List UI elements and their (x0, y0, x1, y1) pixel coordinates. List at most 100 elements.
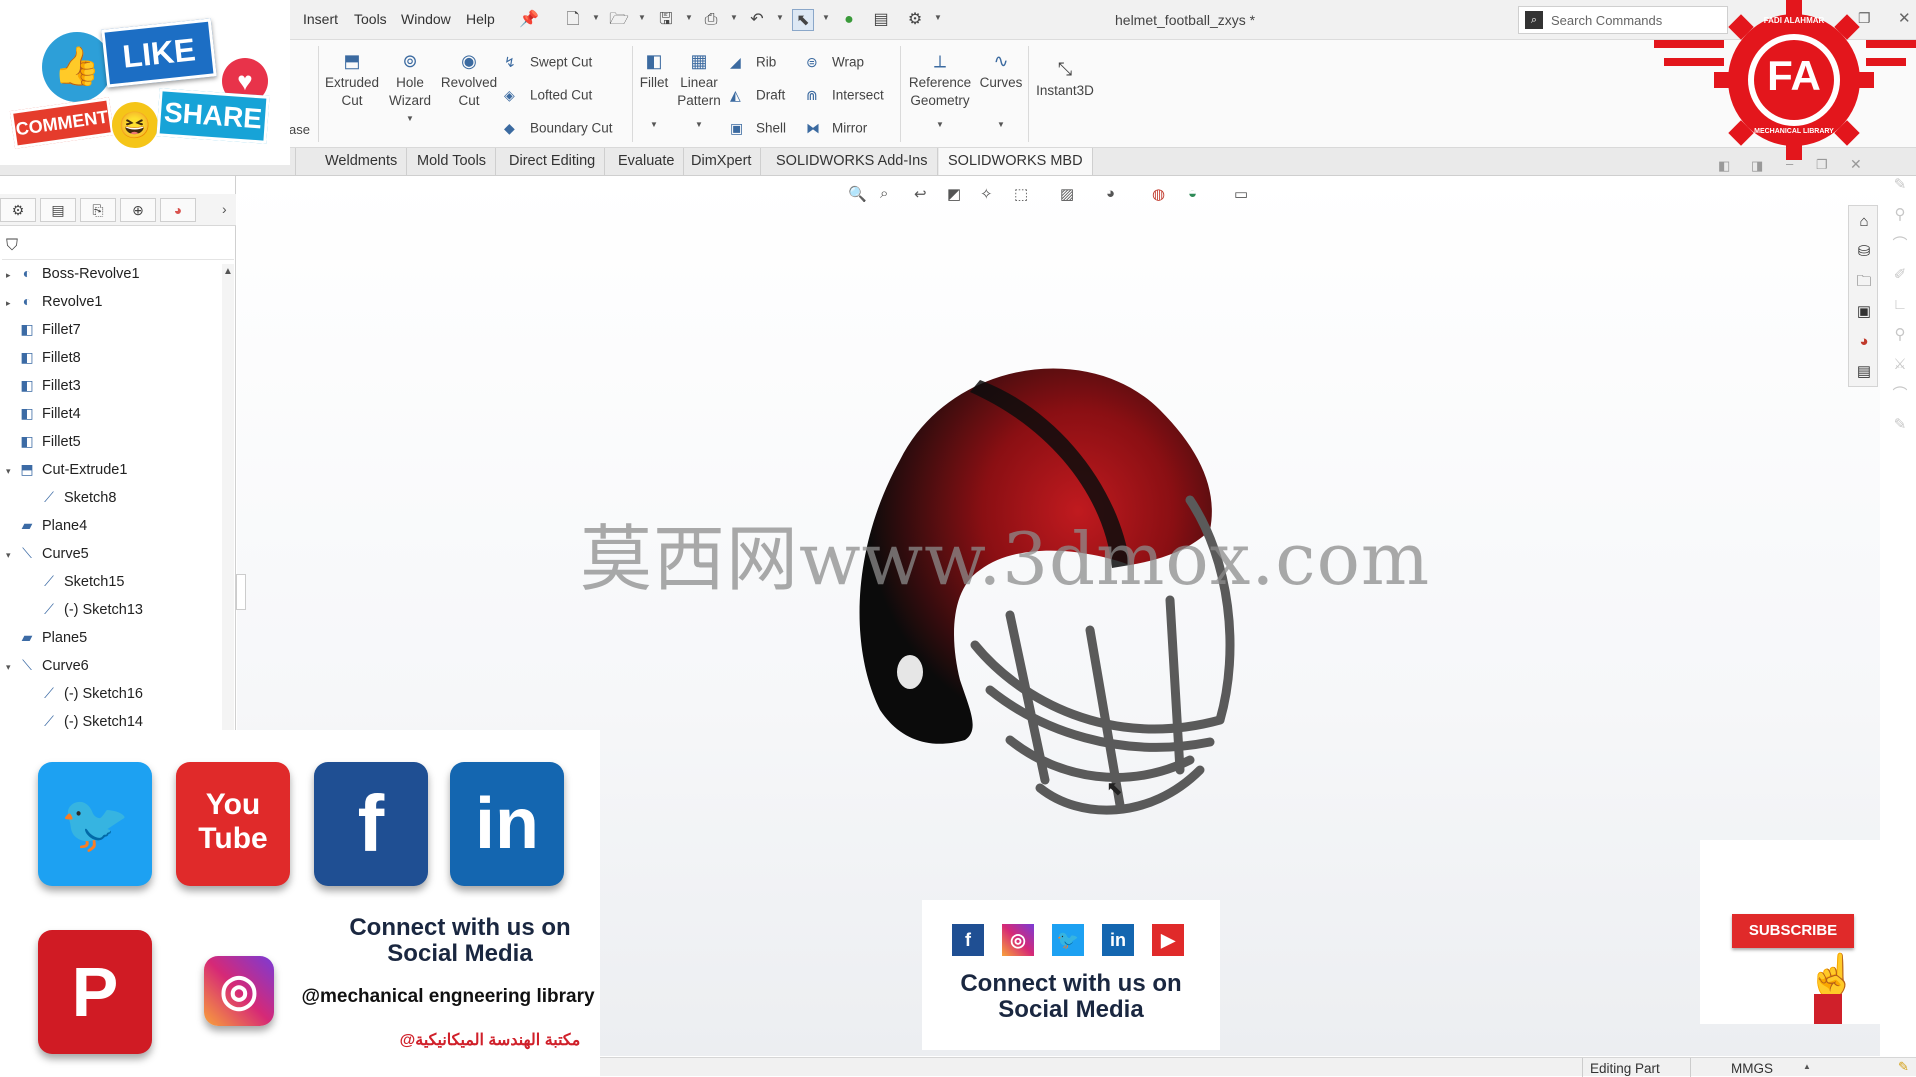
youtube-icon[interactable]: You Tube (176, 762, 290, 886)
menu-window[interactable]: Window (401, 11, 451, 27)
display-manager-tab-icon[interactable]: ◕ (160, 198, 196, 222)
pinterest-icon[interactable]: P (38, 930, 152, 1054)
chevron-down-icon[interactable]: ▼ (934, 13, 942, 22)
fillet-button[interactable]: ◧ Fillet ▼ (634, 50, 674, 134)
tree-item[interactable]: ▸ ◐ Boss-Revolve1 (6, 265, 140, 289)
chevron-down-icon[interactable]: ▼ (634, 116, 674, 134)
new-document-icon[interactable]: 🗋 (562, 9, 584, 31)
collapse-arrow-icon[interactable]: ▾ (6, 662, 18, 673)
mirror-button[interactable]: ⧓ Mirror (806, 120, 867, 138)
lofted-cut-button[interactable]: ◈ Lofted Cut (504, 87, 592, 105)
feature-manager-tab-icon[interactable]: ⚙ (0, 198, 36, 222)
chevron-down-icon[interactable]: ▼ (822, 13, 830, 22)
appearances-icon[interactable]: ◕ (1854, 332, 1874, 352)
tab-direct-editing[interactable]: Direct Editing (500, 148, 606, 175)
zoom-to-fit-icon[interactable]: 🔍 (848, 185, 867, 203)
tree-item[interactable]: ▸ ◐ Revolve1 (6, 293, 102, 317)
twitter-small-icon[interactable]: 🐦 (1052, 924, 1084, 956)
display-style-icon[interactable]: ▨ (1060, 185, 1074, 203)
section-view-icon[interactable]: ◩ (947, 185, 961, 203)
chevron-down-icon[interactable]: ▼ (976, 116, 1026, 134)
configuration-manager-tab-icon[interactable]: ⎘ (80, 198, 116, 222)
swept-cut-button[interactable]: ↯ Swept Cut (504, 54, 592, 72)
expand-arrow-icon[interactable]: ▸ (6, 270, 18, 281)
chevron-down-icon[interactable]: ▼ (592, 13, 600, 22)
subscribe-button[interactable]: SUBSCRIBE (1732, 914, 1854, 948)
dynamic-annotation-icon[interactable]: ✧ (980, 185, 993, 203)
reference-geometry-button[interactable]: ⟂ Reference Geometry ▼ (904, 50, 976, 134)
unit-system-label[interactable]: MMGS (1731, 1061, 1773, 1076)
boundary-cut-button[interactable]: ◆ Boundary Cut (504, 120, 613, 138)
tree-item[interactable]: ◧ Fillet5 (6, 433, 80, 457)
menu-insert[interactable]: Insert (303, 11, 338, 27)
curves-button[interactable]: ∿ Curves ▼ (976, 50, 1026, 134)
linkedin-small-icon[interactable]: in (1102, 924, 1134, 956)
instagram-small-icon[interactable]: ◎ (1002, 924, 1034, 956)
scroll-up-icon[interactable]: ▲ (223, 266, 233, 277)
tree-item[interactable]: ▰ Plane4 (6, 517, 88, 541)
tree-item[interactable]: ◧ Fillet3 (6, 377, 80, 401)
menu-tools[interactable]: Tools (354, 11, 387, 27)
facebook-small-icon[interactable]: f (952, 924, 984, 956)
property-manager-tab-icon[interactable]: ▤ (40, 198, 76, 222)
tree-item[interactable]: ◧ Fillet4 (6, 405, 80, 429)
chevron-up-icon[interactable]: ▲ (1803, 1062, 1811, 1071)
menu-help[interactable]: Help (466, 11, 495, 27)
select-pointer-icon[interactable]: ⬉ (792, 9, 814, 31)
save-icon[interactable]: 🖫 (655, 9, 677, 31)
tab-solidworks-mbd[interactable]: SOLIDWORKS MBD (939, 148, 1093, 175)
tree-item[interactable]: ⟋ Sketch15 (28, 573, 124, 597)
custom-properties-icon[interactable]: ▤ (1854, 362, 1874, 382)
file-properties-icon[interactable]: ▤ (870, 9, 892, 31)
intersect-button[interactable]: ⋒ Intersect (806, 87, 884, 105)
chevron-right-icon[interactable]: › (222, 201, 227, 217)
edit-appearance-icon[interactable]: ◍ (1152, 185, 1165, 203)
collapse-arrow-icon[interactable]: ▾ (6, 466, 18, 477)
apply-scene-icon[interactable]: ◒ (1188, 185, 1197, 202)
view-orientation-icon[interactable]: ⬚ (1014, 185, 1028, 203)
rebuild-icon[interactable]: ● (838, 9, 860, 31)
home-icon[interactable]: ⌂ (1854, 212, 1874, 232)
tree-item[interactable]: ⟋ (-) Sketch13 (28, 601, 143, 625)
wrap-button[interactable]: ⊜ Wrap (806, 54, 864, 72)
tree-item[interactable]: ⟋ Sketch8 (28, 489, 116, 513)
rebuild-status-icon[interactable]: ✎ (1898, 1059, 1909, 1075)
twitter-icon[interactable]: 🐦 (38, 762, 152, 886)
rib-button[interactable]: ◢ Rib (730, 54, 776, 72)
chevron-down-icon[interactable]: ▼ (382, 110, 438, 128)
chevron-down-icon[interactable]: ▼ (730, 13, 738, 22)
youtube-small-icon[interactable]: ▶ (1152, 924, 1184, 956)
pin-icon[interactable]: 📌 (518, 9, 540, 31)
tree-item[interactable]: ▾ ⟍ Curve6 (6, 657, 89, 681)
tree-scrollbar[interactable]: ▲ (222, 264, 234, 730)
view-palette-icon[interactable]: ▣ (1854, 302, 1874, 322)
print-icon[interactable]: ⎙ (700, 9, 722, 31)
tree-item[interactable]: ◧ Fillet7 (6, 321, 80, 345)
chevron-down-icon[interactable]: ▼ (776, 13, 784, 22)
view-settings-icon[interactable]: ▭ (1234, 185, 1248, 203)
undo-icon[interactable]: ↶ (746, 9, 768, 31)
instant3d-button[interactable]: ⤡ Instant3D (1032, 50, 1098, 100)
tree-item[interactable]: ◧ Fillet8 (6, 349, 80, 373)
dimxpert-manager-tab-icon[interactable]: ⊕ (120, 198, 156, 222)
chevron-down-icon[interactable]: ▼ (685, 13, 693, 22)
tab-dimxpert[interactable]: DimXpert (682, 148, 762, 175)
tab-weldments[interactable]: Weldments (316, 148, 408, 175)
extruded-cut-button[interactable]: ⬒ Extruded Cut (322, 50, 382, 110)
filter-field[interactable] (2, 234, 234, 260)
hide-show-items-icon[interactable]: ◕ (1106, 185, 1115, 202)
tab-mold-tools[interactable]: Mold Tools (408, 148, 497, 175)
tab-evaluate[interactable]: Evaluate (609, 148, 685, 175)
design-library-icon[interactable]: ⛁ (1854, 242, 1874, 262)
facebook-icon[interactable]: f (314, 762, 428, 886)
previous-view-icon[interactable]: ↩ (914, 185, 927, 203)
revolved-cut-button[interactable]: ◉ Revolved Cut (438, 50, 500, 110)
collapse-arrow-icon[interactable]: ▾ (6, 550, 18, 561)
linkedin-icon[interactable]: in (450, 762, 564, 886)
tree-item[interactable]: ▾ ⬒ Cut-Extrude1 (6, 461, 127, 485)
options-gear-icon[interactable]: ⚙ (904, 9, 926, 31)
open-folder-icon[interactable]: 🗁 (608, 9, 630, 31)
chevron-down-icon[interactable]: ▼ (674, 116, 724, 134)
hole-wizard-button[interactable]: ⊚ Hole Wizard ▼ (382, 50, 438, 128)
draft-button[interactable]: ◭ Draft (730, 87, 785, 105)
